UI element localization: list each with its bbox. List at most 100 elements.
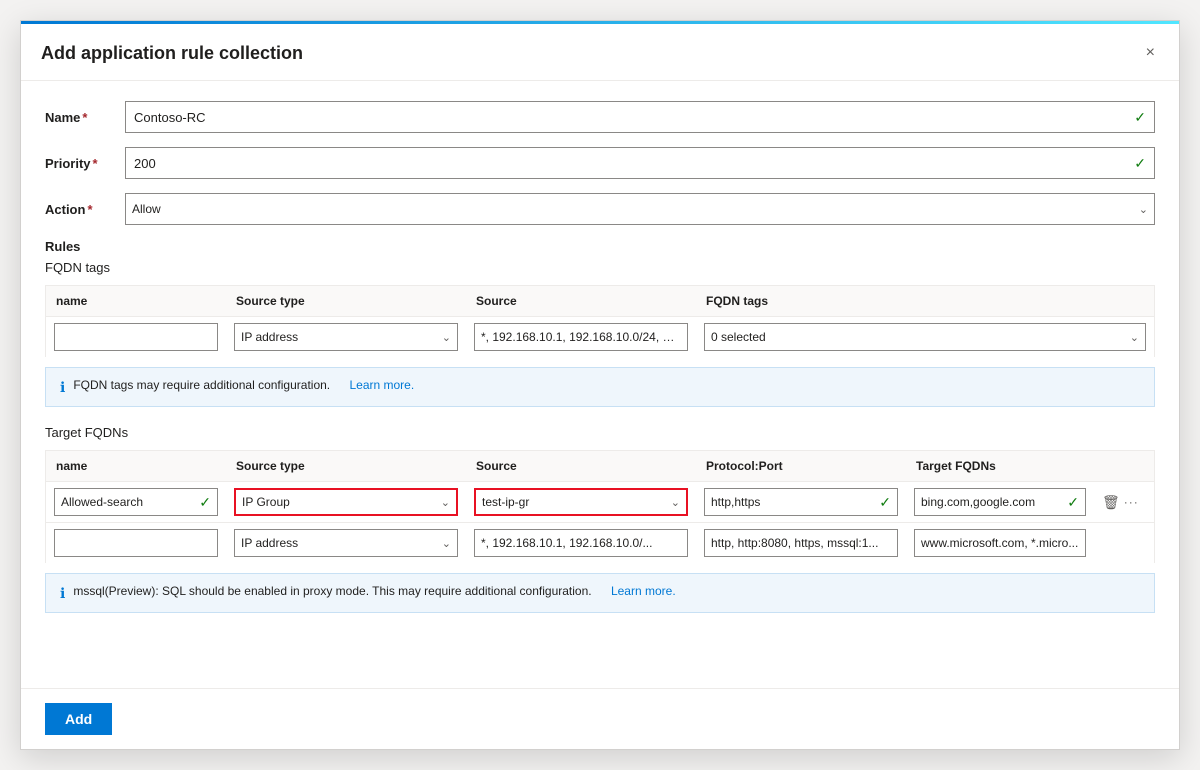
close-icon: × [1146,44,1155,62]
target-row1-fqdns-input[interactable]: bing.com,google.com ✓ [914,488,1086,516]
target-row1-protocol-cell: http,https ✓ [696,482,906,522]
required-indicator: * [82,110,87,125]
fqdn-learn-more-link[interactable]: Learn more. [349,378,414,392]
info-icon: ℹ [60,379,65,396]
name-valid-icon: ✓ [1134,109,1146,126]
target-row2-protocol-value: http, http:8080, https, mssql:1... [711,536,891,550]
dialog-header: Add application rule collection × [21,24,1179,81]
fqdn-row1-source-type-dropdown[interactable]: IP address ⌄ [234,323,458,351]
fqdn-row1-name-cell [46,317,226,357]
action-dropdown-arrow: ⌄ [1139,203,1148,216]
fqdn-row1-tags-value: 0 selected [711,330,1130,344]
required-indicator: * [87,202,92,217]
dialog-footer: Add [21,688,1179,749]
target-row2-name-input[interactable] [54,529,218,557]
action-dropdown[interactable]: Allow ⌄ [125,193,1155,225]
target-row2-protocol-cell: http, http:8080, https, mssql:1... [696,523,906,563]
target-fqdns-section: Target FQDNs name Source type Source Pro… [45,425,1155,613]
target-col-source: Source [466,451,696,481]
target-row1-name-value: Allowed-search [61,495,199,509]
target-row1-name-input[interactable]: Allowed-search ✓ [54,488,218,516]
fqdn-col-source: Source [466,286,696,316]
target-row1-more-icon[interactable]: ··· [1124,495,1139,509]
fqdn-row1-name-input[interactable] [54,323,218,351]
target-row2-fqdns-value: www.microsoft.com, *.micro... [921,536,1079,550]
action-label: Action* [45,202,125,217]
target-row1-name-cell: Allowed-search ✓ [46,482,226,522]
fqdn-tags-section-title: FQDN tags [45,260,1155,275]
target-row2-source-cell: *, 192.168.10.1, 192.168.10.0/... [466,523,696,563]
target-fqdns-section-title: Target FQDNs [45,425,1155,440]
target-info-text: mssql(Preview): SQL should be enabled in… [73,584,591,598]
target-row2-source-type-value: IP address [241,536,442,550]
required-indicator: * [93,156,98,171]
add-button[interactable]: Add [45,703,112,735]
target-col-fqdns: Target FQDNs [906,451,1094,481]
target-row2-source-type-cell: IP address ⌄ [226,523,466,563]
target-row1-protocol-valid-icon: ✓ [879,494,891,511]
fqdn-tags-row-1: IP address ⌄ *, 192.168.10.1, 192.168.10… [45,316,1155,357]
fqdn-row1-tags-cell: 0 selected ⌄ [696,317,1154,357]
target-row1-source-arrow: ⌄ [671,496,680,509]
rules-section-title: Rules [45,239,1155,254]
target-fqdns-row-1: Allowed-search ✓ IP Group ⌄ test-ip-gr ⌄ [45,481,1155,522]
name-input-wrapper[interactable]: ✓ [125,101,1155,133]
target-row1-source-cell: test-ip-gr ⌄ [466,482,696,522]
target-row2-source-dropdown[interactable]: *, 192.168.10.1, 192.168.10.0/... [474,529,688,557]
fqdn-tags-info-box: ℹ FQDN tags may require additional confi… [45,367,1155,407]
target-col-protocol: Protocol:Port [696,451,906,481]
priority-input[interactable] [134,156,1134,171]
target-row2-source-type-arrow: ⌄ [442,537,451,550]
fqdn-row1-source-cell: *, 192.168.10.1, 192.168.10.0/24, 192.1.… [466,317,696,357]
dialog-title: Add application rule collection [41,43,303,64]
fqdn-row1-source-type-arrow: ⌄ [442,331,451,344]
target-row2-source-type-dropdown[interactable]: IP address ⌄ [234,529,458,557]
target-row1-source-type-value: IP Group [242,495,441,509]
target-info-icon: ℹ [60,585,65,602]
fqdn-col-source-type: Source type [226,286,466,316]
priority-row: Priority* ✓ [45,147,1155,179]
fqdn-row1-tags-dropdown[interactable]: 0 selected ⌄ [704,323,1146,351]
fqdn-row1-source-type-value: IP address [241,330,442,344]
action-row: Action* Allow ⌄ [45,193,1155,225]
target-row2-protocol-input[interactable]: http, http:8080, https, mssql:1... [704,529,898,557]
action-value: Allow [132,202,1139,216]
close-button[interactable]: × [1142,40,1159,66]
target-row1-name-valid-icon: ✓ [199,494,211,511]
target-row2-fqdns-cell: www.microsoft.com, *.micro... [906,523,1094,563]
target-row2-actions [1094,537,1154,549]
target-row1-actions: 🗑 ··· [1094,488,1154,517]
target-row1-fqdns-value: bing.com,google.com [921,495,1067,509]
priority-label: Priority* [45,156,125,171]
target-row2-fqdns-input[interactable]: www.microsoft.com, *.micro... [914,529,1086,557]
target-row1-source-value: test-ip-gr [482,495,671,509]
fqdn-row1-source-value: *, 192.168.10.1, 192.168.10.0/24, 192.1.… [481,330,681,344]
fqdn-row1-source-type-cell: IP address ⌄ [226,317,466,357]
priority-input-wrapper[interactable]: ✓ [125,147,1155,179]
target-row1-fqdns-valid-icon: ✓ [1067,494,1079,511]
priority-valid-icon: ✓ [1134,155,1146,172]
target-col-name: name [46,451,226,481]
target-fqdns-row-2: IP address ⌄ *, 192.168.10.1, 192.168.10… [45,522,1155,563]
target-row1-fqdns-cell: bing.com,google.com ✓ [906,482,1094,522]
fqdn-row1-tags-arrow: ⌄ [1130,331,1139,344]
fqdn-col-tags: FQDN tags [696,286,1154,316]
target-row1-source-type-arrow: ⌄ [441,496,450,509]
target-row1-source-type-cell: IP Group ⌄ [226,482,466,522]
fqdn-info-text: FQDN tags may require additional configu… [73,378,330,392]
name-input[interactable] [134,110,1134,125]
target-row1-protocol-value: http,https [711,495,879,509]
target-row1-source-dropdown[interactable]: test-ip-gr ⌄ [474,488,688,516]
target-row1-protocol-input[interactable]: http,https ✓ [704,488,898,516]
target-col-source-type: Source type [226,451,466,481]
target-row1-source-type-dropdown[interactable]: IP Group ⌄ [234,488,458,516]
add-rule-collection-dialog: Add application rule collection × Name* … [20,20,1180,750]
target-row2-source-value: *, 192.168.10.1, 192.168.10.0/... [481,536,681,550]
name-row: Name* ✓ [45,101,1155,133]
target-learn-more-link[interactable]: Learn more. [611,584,676,598]
target-fqdns-info-box: ℹ mssql(Preview): SQL should be enabled … [45,573,1155,613]
fqdn-col-name: name [46,286,226,316]
fqdn-row1-source-dropdown[interactable]: *, 192.168.10.1, 192.168.10.0/24, 192.1.… [474,323,688,351]
dialog-body: Name* ✓ Priority* ✓ Action* Allow [21,81,1179,643]
target-row1-delete-icon[interactable]: 🗑 [1102,494,1120,511]
